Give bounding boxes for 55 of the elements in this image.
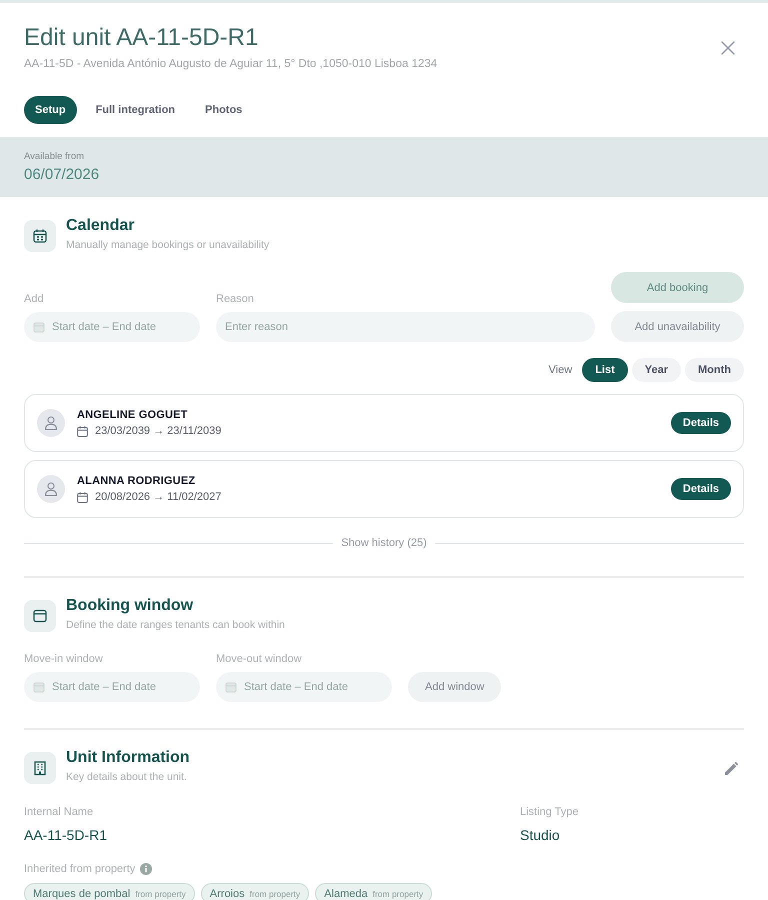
- calendar-icon: [24, 220, 56, 252]
- details-button[interactable]: Details: [670, 412, 731, 434]
- tab[interactable]: Setup: [24, 96, 77, 124]
- window-icon: [24, 600, 56, 632]
- guest-name: ALANNA RODRIGUEZ: [77, 474, 196, 488]
- tag-source: from property: [372, 888, 424, 898]
- calendar-icon: [33, 321, 45, 333]
- field-label: Move-in window: [24, 652, 104, 666]
- view-label: View: [548, 364, 572, 376]
- edit-icon[interactable]: [724, 760, 740, 776]
- available-date: 06/07/2026: [24, 166, 100, 184]
- person-icon: [37, 409, 65, 437]
- date-range-field[interactable]: Start date – End date: [216, 672, 392, 702]
- unit-address: AA-11-5D - Avenida António Augusto de Aguiar 11, 5° Dto ,1050-010 Lisboa 1234: [24, 57, 438, 71]
- guest-name: ANGELINE GOGUET: [77, 408, 188, 422]
- person-icon: [37, 475, 65, 503]
- section-description: Key details about the unit.: [66, 771, 188, 784]
- view-toggle[interactable]: List: [582, 358, 628, 382]
- section-description: Define the date ranges tenants can book within: [66, 619, 286, 632]
- field-label: Add: [24, 292, 45, 306]
- building-icon: [24, 752, 56, 784]
- field-label: Available from: [24, 151, 86, 163]
- section-title: Booking window: [66, 596, 194, 616]
- calendar-icon: [225, 681, 237, 693]
- section-title: Unit Information: [66, 748, 191, 768]
- details-button[interactable]: Details: [670, 478, 731, 500]
- field-label: Inherited from property: [24, 862, 136, 876]
- tag-name: Arroios: [210, 888, 245, 900]
- field-label: Listing Type: [520, 805, 579, 819]
- close-icon[interactable]: [721, 41, 735, 55]
- calendar-icon: [33, 681, 45, 693]
- tag-source: from property: [250, 888, 300, 898]
- tab[interactable]: Full integration: [84, 96, 186, 124]
- booking-dates: 20/08/2026 → 11/02/2027: [95, 490, 222, 504]
- field-value: Studio: [520, 826, 560, 844]
- booking-dates: 23/03/2039 → 23/11/2039: [95, 424, 222, 438]
- info-icon[interactable]: [140, 863, 152, 875]
- tag-name: Marques de pombal: [33, 888, 130, 900]
- tag-name: Alameda: [324, 888, 368, 900]
- section-title: Calendar: [66, 216, 136, 236]
- reason-field[interactable]: Enter reason: [216, 312, 595, 342]
- date-range-field[interactable]: Start date – End date: [24, 672, 200, 702]
- field-value: AA-11-5D-R1: [24, 826, 107, 844]
- tab[interactable]: Photos: [194, 96, 254, 124]
- dialog-title: Edit unit AA-11-5D-R1: [24, 24, 260, 52]
- field-label: Move-out window: [216, 652, 303, 666]
- date-range-field[interactable]: Start date – End date: [24, 312, 200, 342]
- field-label: Internal Name: [24, 805, 94, 819]
- field-label: Reason: [216, 292, 255, 306]
- view-toggle[interactable]: Year: [632, 358, 682, 382]
- view-toggle[interactable]: Month: [685, 358, 744, 382]
- calendar-icon: [77, 426, 88, 436]
- tag-source: from property: [135, 888, 186, 898]
- section-description: Manually manage bookings or unavailability: [66, 239, 270, 252]
- calendar-icon: [77, 492, 88, 502]
